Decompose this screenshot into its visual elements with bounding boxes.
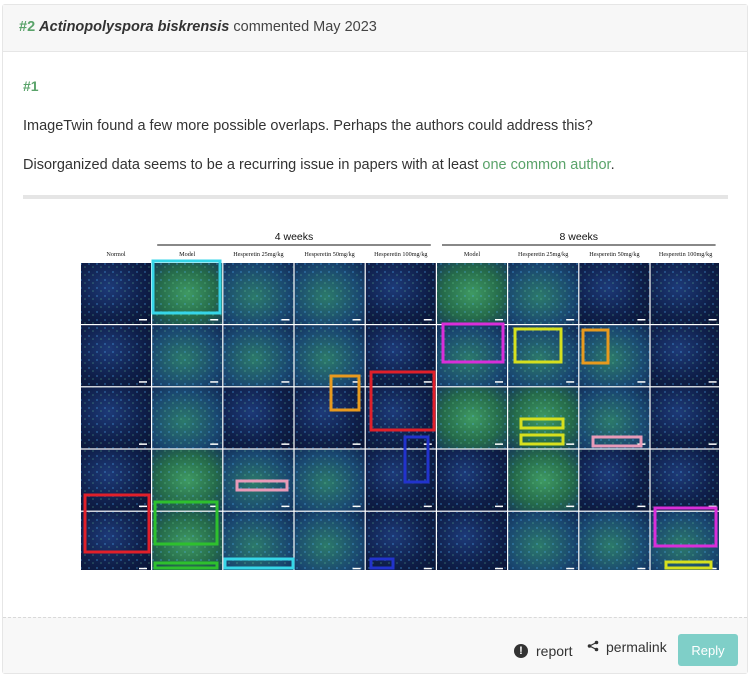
- micrograph-tile: [508, 449, 579, 511]
- content-divider: [23, 195, 728, 199]
- micrograph-tile: [508, 325, 579, 387]
- comment-number[interactable]: #2: [19, 19, 35, 35]
- micrograph-tile: [650, 325, 719, 387]
- reply-button[interactable]: Reply: [678, 634, 738, 666]
- micrograph-tile: [152, 387, 223, 449]
- micrograph-tile: [223, 325, 294, 387]
- exclamation-circle-icon: !: [514, 644, 528, 658]
- immunofluorescence-figure: 4 weeks 8 weeks Normol Model Hesperetin 25mg…: [81, 231, 719, 570]
- column-label: Model: [464, 251, 480, 258]
- micrograph-tile: [81, 449, 151, 511]
- share-icon: [587, 640, 599, 655]
- micrograph-tile: [579, 263, 650, 324]
- column-label: Hesperetin 100mg/kg: [659, 251, 712, 258]
- group-label: 8 weeks: [560, 231, 599, 243]
- micrograph-tile: [152, 325, 223, 387]
- micrograph-tile: [223, 387, 294, 449]
- column-label: Hesperetin 25mg/kg: [233, 251, 283, 258]
- comment-card: #2 Actinopolyspora biskrensis commented …: [2, 4, 748, 674]
- comment-footer: ! report permalink Reply: [3, 617, 747, 673]
- micrograph-tile: [81, 387, 151, 449]
- micrograph-tile: [365, 449, 436, 511]
- column-label: Hesperetin 25mg/kg: [518, 251, 568, 258]
- comment-author[interactable]: Actinopolyspora biskrensis: [39, 19, 229, 35]
- micrograph-tile: [223, 511, 294, 570]
- micrograph-tile: [152, 263, 223, 324]
- micrograph-tile: [152, 511, 223, 570]
- comment-paragraph-2: Disorganized data seems to be a recurrin…: [23, 157, 615, 173]
- common-author-link[interactable]: one common author: [482, 157, 610, 173]
- micrograph-tile: [81, 325, 151, 387]
- paragraph-2-text: Disorganized data seems to be a recurrin…: [23, 157, 483, 173]
- micrograph-tile: [437, 263, 507, 324]
- comment-paragraph-1: ImageTwin found a few more possible over…: [23, 118, 593, 134]
- micrograph-tile: [579, 387, 650, 449]
- column-label: Model: [179, 251, 195, 258]
- column-label: Hesperetin 100mg/kg: [374, 251, 427, 258]
- micrograph-tile: [365, 325, 436, 387]
- paragraph-2-suffix: .: [610, 157, 615, 173]
- micrograph-tile: [294, 449, 365, 511]
- reply-reference-link[interactable]: #1: [23, 78, 39, 94]
- group-label: 4 weeks: [275, 231, 314, 243]
- micrograph-tile: [579, 325, 650, 387]
- micrograph-tile: [365, 387, 436, 449]
- micrograph-tile: [81, 511, 151, 570]
- report-label: report: [536, 643, 573, 659]
- micrograph-tile: [365, 511, 436, 570]
- comment-header: #2 Actinopolyspora biskrensis commented …: [3, 5, 747, 52]
- column-label: Hesperetin 50mg/kg: [589, 251, 639, 258]
- micrograph-tile: [223, 263, 294, 324]
- figure-tiles: [81, 263, 719, 570]
- micrograph-tile: [437, 387, 507, 449]
- column-label: Hesperetin 50mg/kg: [304, 251, 354, 258]
- figure-image: 4 weeks 8 weeks Normol Model Hesperetin 25mg…: [79, 230, 719, 570]
- micrograph-tile: [437, 449, 507, 511]
- micrograph-tile: [508, 263, 579, 324]
- micrograph-tile: [579, 511, 650, 570]
- permalink-label: permalink: [606, 639, 667, 655]
- micrograph-tile: [650, 387, 719, 449]
- micrograph-tile: [650, 449, 719, 511]
- comment-action-text: commented May 2023: [233, 19, 377, 35]
- micrograph-tile: [650, 263, 719, 324]
- micrograph-tile: [294, 263, 365, 324]
- micrograph-tile: [365, 263, 436, 324]
- micrograph-tile: [437, 511, 507, 570]
- micrograph-tile: [437, 325, 507, 387]
- permalink-link[interactable]: permalink: [587, 639, 667, 655]
- micrograph-tile: [81, 263, 151, 324]
- micrograph-tile: [579, 449, 650, 511]
- column-label: Normol: [106, 251, 126, 258]
- comment-body: #1 ImageTwin found a few more possible o…: [3, 52, 747, 617]
- report-link[interactable]: ! report: [514, 643, 573, 659]
- micrograph-tile: [508, 511, 579, 570]
- micrograph-tile: [294, 511, 365, 570]
